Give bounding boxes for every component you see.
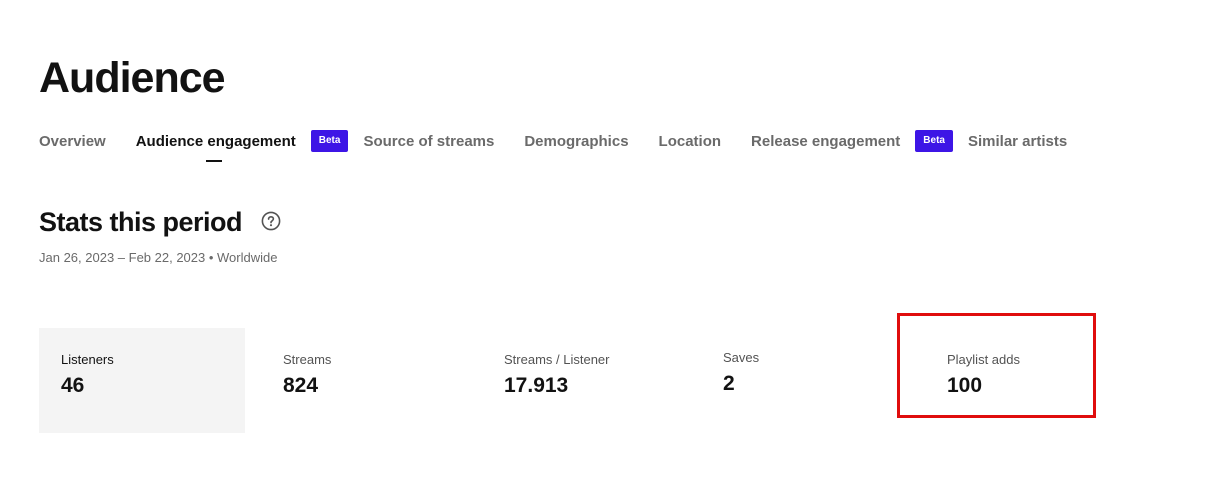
tab-source-of-streams[interactable]: Source of streams	[363, 129, 494, 153]
tab-label: Audience engagement	[135, 132, 296, 150]
tab-bar: Overview Audience engagement Beta Source…	[39, 129, 1097, 153]
tab-audience-engagement[interactable]: Audience engagement Beta	[136, 129, 349, 153]
stat-value: 2	[723, 372, 735, 395]
stat-card-listeners[interactable]: Listeners 46	[39, 328, 245, 433]
stat-label: Saves	[723, 350, 760, 365]
period-subtitle: Jan 26, 2023 – Feb 22, 2023 • Worldwide	[39, 250, 278, 265]
stat-card-playlist-adds[interactable]: Playlist adds 100	[925, 328, 1095, 433]
tab-label: Location	[658, 132, 722, 150]
stat-value: 100	[947, 374, 983, 397]
tab-similar-artists[interactable]: Similar artists	[968, 129, 1067, 153]
stat-value: 46	[61, 374, 85, 397]
stat-label: Streams / Listener	[504, 352, 610, 367]
stat-value: 17.913	[504, 374, 569, 397]
question-circle-icon[interactable]	[261, 211, 281, 231]
stat-label: Playlist adds	[947, 352, 1020, 367]
stat-label: Listeners	[61, 352, 114, 367]
tab-label: Release engagement	[751, 132, 901, 150]
tab-label: Overview	[39, 132, 106, 150]
tab-overview[interactable]: Overview	[39, 129, 106, 153]
stat-card-streams[interactable]: Streams 824	[261, 328, 467, 433]
beta-badge: Beta	[310, 130, 349, 152]
stat-label: Streams	[283, 352, 332, 367]
stat-card-streams-per-listener[interactable]: Streams / Listener 17.913	[482, 328, 688, 433]
stat-card-saves[interactable]: Saves 2	[701, 328, 891, 433]
stat-value: 824	[283, 374, 319, 397]
tab-demographics[interactable]: Demographics	[524, 129, 628, 153]
beta-badge: Beta	[915, 130, 953, 152]
tab-label: Source of streams	[363, 132, 495, 150]
tab-release-engagement[interactable]: Release engagement Beta	[751, 129, 953, 153]
page-title: Audience	[39, 54, 226, 102]
tab-location[interactable]: Location	[659, 129, 722, 153]
tab-label: Similar artists	[967, 132, 1068, 150]
section-title: Stats this period	[39, 207, 243, 237]
tab-label: Demographics	[524, 132, 629, 150]
